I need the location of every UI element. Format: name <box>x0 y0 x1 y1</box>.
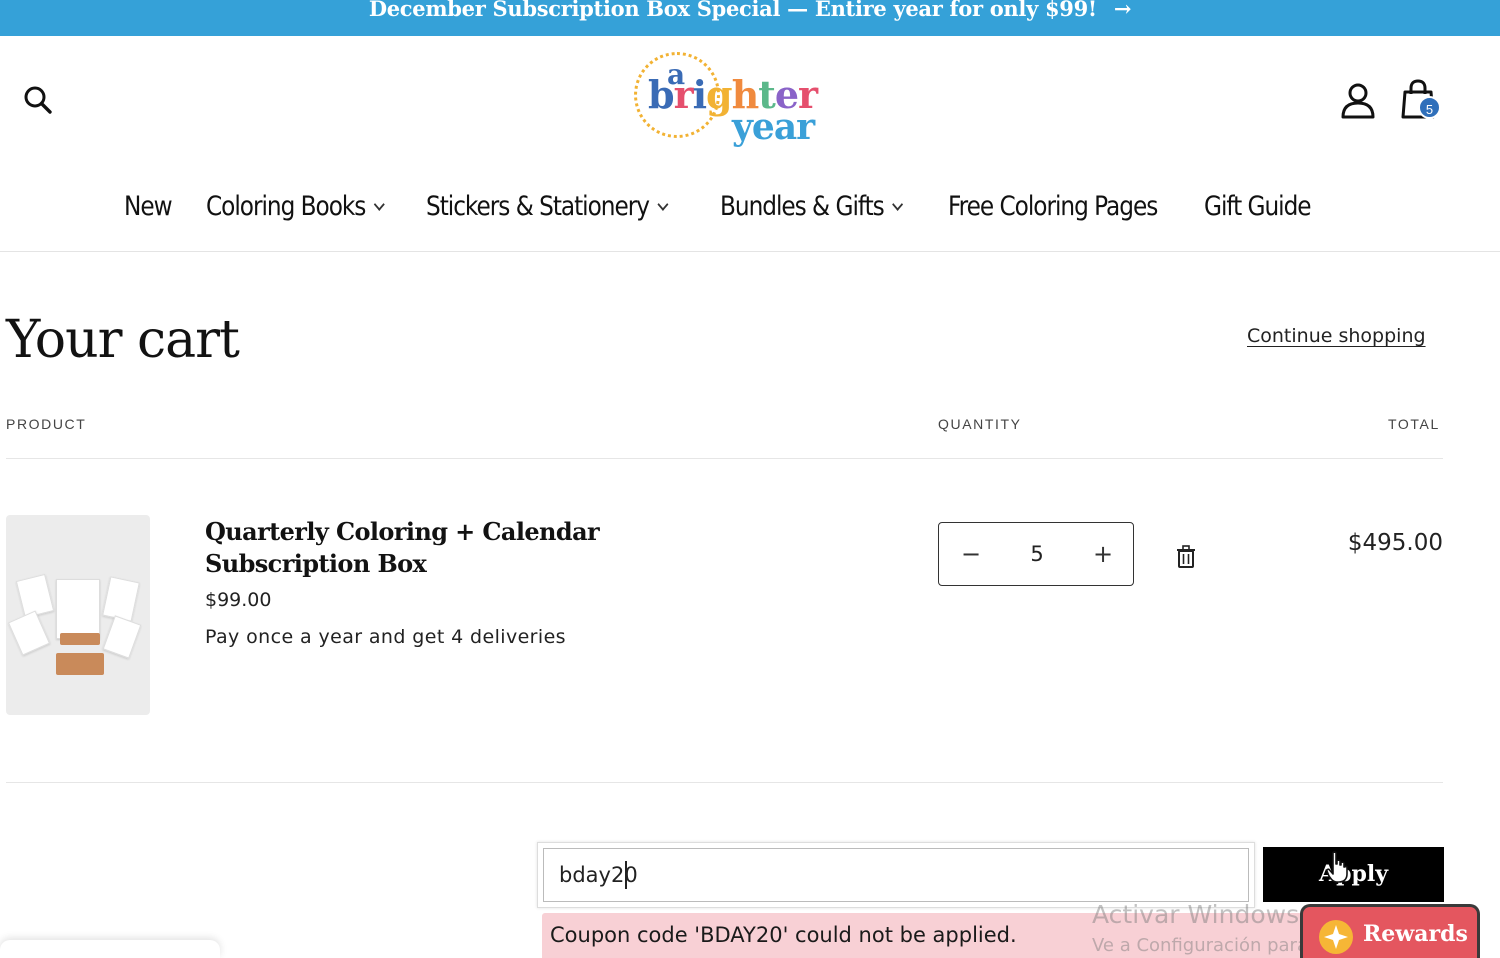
coupon-input[interactable] <box>543 848 1249 902</box>
nav-item-label: Free Coloring Pages <box>948 191 1158 222</box>
trash-icon <box>1177 545 1195 568</box>
rewards-launcher-button[interactable]: Rewards <box>1300 904 1480 958</box>
nav-item-label: Coloring Books <box>206 191 366 222</box>
search-button[interactable] <box>22 84 54 116</box>
increase-quantity-button[interactable]: + <box>1071 523 1135 585</box>
cart-items-divider <box>6 782 1443 783</box>
card-image <box>7 610 51 656</box>
remove-item-button[interactable] <box>1176 545 1196 569</box>
chevron-down-icon <box>374 198 386 211</box>
nav-item-coloring-books[interactable]: Coloring Books <box>206 184 386 230</box>
main-nav: New Coloring Books Stickers & Stationery… <box>0 184 1500 230</box>
column-header-total: TOTAL <box>1388 416 1440 432</box>
card-image <box>102 576 140 622</box>
arrow-right-icon: → <box>1113 0 1132 21</box>
page-title: Your cart <box>6 310 240 370</box>
windows-watermark-title: Activar Windows <box>1092 900 1300 929</box>
header-divider <box>0 251 1500 252</box>
decrease-quantity-button[interactable]: − <box>939 523 1003 585</box>
search-icon <box>24 86 52 114</box>
wooden-stand <box>56 653 104 675</box>
nav-item-new[interactable]: New <box>124 184 173 230</box>
chevron-down-icon <box>892 198 904 211</box>
nav-item-free-coloring-pages[interactable]: Free Coloring Pages <box>948 184 1158 230</box>
wooden-stand <box>60 633 100 645</box>
account-button[interactable] <box>1338 80 1378 120</box>
logo-word-year: year <box>732 106 815 148</box>
table-header-divider <box>6 458 1443 459</box>
quantity-value[interactable]: 5 <box>1003 523 1071 585</box>
cart-button[interactable]: 5 <box>1398 78 1446 124</box>
nav-item-label: Bundles & Gifts <box>720 191 885 222</box>
brand-logo[interactable]: a brighter year <box>632 50 822 150</box>
minus-icon: − <box>960 540 982 568</box>
rewards-label: Rewards <box>1363 921 1468 947</box>
continue-shopping-link[interactable]: Continue shopping <box>1247 325 1426 347</box>
hand-pointer-icon <box>1326 851 1348 883</box>
quantity-stepper: − 5 + <box>938 522 1134 586</box>
card-image <box>56 579 100 639</box>
announcement-text: December Subscription Box Special — Enti… <box>368 0 1097 21</box>
cart-count-badge: 5 <box>1418 96 1441 119</box>
apply-coupon-button[interactable]: Apply <box>1263 847 1444 902</box>
column-header-product: PRODUCT <box>6 416 87 432</box>
chevron-down-icon <box>657 198 669 211</box>
nav-item-label: Gift Guide <box>1204 191 1312 222</box>
product-name[interactable]: Quarterly Coloring + Calendar Subscripti… <box>205 516 625 580</box>
line-item-total: $495.00 <box>1347 530 1443 556</box>
card-image <box>102 615 142 659</box>
star-icon <box>1319 920 1353 954</box>
nav-item-stickers-stationery[interactable]: Stickers & Stationery <box>426 184 669 230</box>
product-description: Pay once a year and get 4 deliveries <box>205 626 566 648</box>
user-icon <box>1341 83 1375 119</box>
column-header-quantity: QUANTITY <box>938 416 1022 432</box>
product-price: $99.00 <box>205 589 272 611</box>
product-image[interactable] <box>6 515 150 715</box>
nav-item-gift-guide[interactable]: Gift Guide <box>1204 184 1312 230</box>
nav-item-bundles-gifts[interactable]: Bundles & Gifts <box>720 184 904 230</box>
nav-item-label: New <box>124 191 173 222</box>
coupon-field-wrapper <box>537 842 1255 908</box>
announcement-bar[interactable]: December Subscription Box Special — Enti… <box>0 0 1500 36</box>
partial-popup-panel <box>0 940 220 958</box>
plus-icon: + <box>1092 540 1114 568</box>
nav-item-label: Stickers & Stationery <box>426 191 650 222</box>
text-caret <box>625 861 627 889</box>
